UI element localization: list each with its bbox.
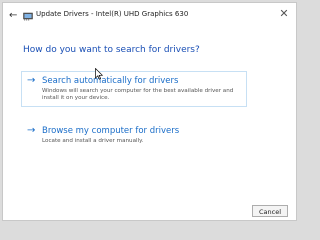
dialog-footer: Cancel [3, 200, 296, 220]
title-bar: ← Update Drivers - Intel(R) UHD Graphics… [3, 8, 296, 23]
update-drivers-dialog: ← Update Drivers - Intel(R) UHD Graphics… [2, 2, 297, 221]
window-title: Update Drivers - Intel(R) UHD Graphics 6… [36, 10, 189, 18]
option-description: Locate and install a driver manually. [42, 138, 144, 144]
option-title: Search automatically for drivers [42, 76, 179, 86]
arrow-right-icon: → [27, 125, 36, 136]
back-arrow-icon[interactable]: ← [9, 11, 19, 21]
close-icon[interactable]: ✕ [278, 8, 290, 20]
browse-computer-option[interactable]: → Browse my computer for drivers Locate … [21, 121, 247, 151]
option-title: Browse my computer for drivers [42, 126, 180, 136]
mouse-cursor-icon [95, 68, 103, 80]
page-title: How do you want to search for drivers? [23, 45, 200, 55]
search-automatically-option[interactable]: → Search automatically for drivers Windo… [21, 71, 247, 107]
cancel-button[interactable]: Cancel [252, 205, 288, 217]
display-adapter-icon [23, 12, 33, 21]
option-description: Windows will search your computer for th… [42, 88, 234, 101]
arrow-right-icon: → [27, 75, 36, 86]
